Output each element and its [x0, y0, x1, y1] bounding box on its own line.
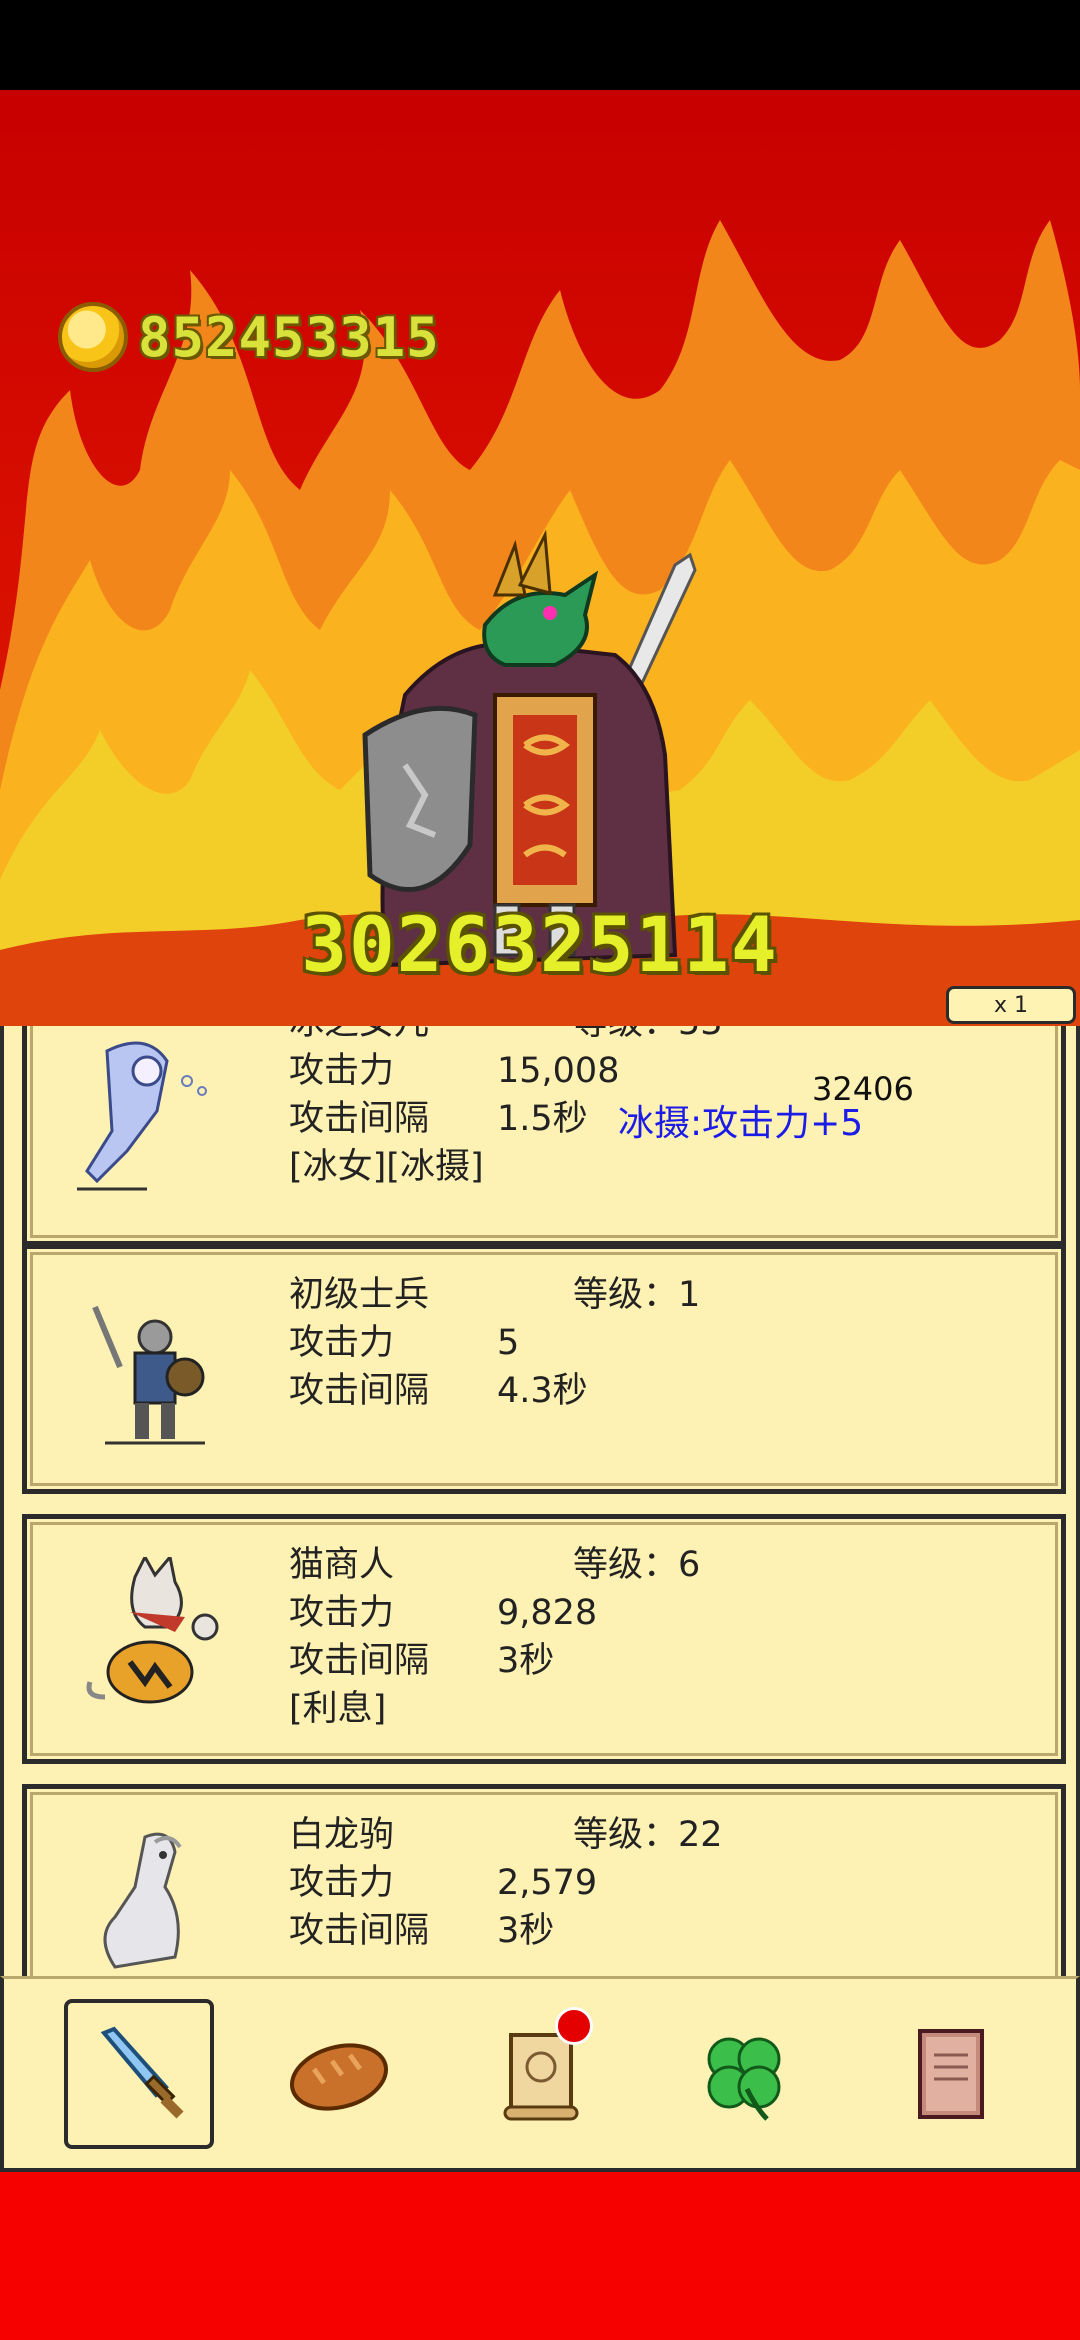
interval-label: 攻击间隔: [289, 1911, 430, 1951]
tab-quests[interactable]: [469, 1999, 619, 2149]
tab-luck[interactable]: [669, 1999, 819, 2149]
unit-name: 白龙驹: [289, 1815, 395, 1855]
book-icon: [918, 2029, 984, 2119]
unit-level: 等级：53: [573, 1026, 723, 1047]
notification-badge: [555, 2007, 593, 2045]
interval-label: 攻击间隔: [289, 1099, 430, 1139]
white-dragon-horse-portrait: [103, 1832, 182, 1969]
attack-label: 攻击力: [289, 1863, 395, 1903]
attack-value: 9,828: [497, 1593, 598, 1633]
soldier-portrait: [92, 1305, 205, 1445]
bottom-tab-bar: [0, 1976, 1080, 2172]
attack-label: 攻击力: [289, 1323, 395, 1363]
tab-food[interactable]: [264, 1999, 414, 2149]
gold-counter: 852453315: [58, 302, 440, 372]
interval-value: 4.3秒: [497, 1371, 588, 1411]
cat-merchant-portrait: [86, 1557, 219, 1704]
unit-card-cat-merchant[interactable]: 猫商人 等级：6 攻击力 9,828 攻击间隔 3秒 [利息]: [22, 1514, 1066, 1764]
sword-icon: [100, 2026, 184, 2119]
coin-icon: [58, 302, 128, 372]
bottom-ad-area: [0, 2172, 1080, 2340]
gold-amount: 852453315: [138, 305, 440, 369]
buff-float-text: 冰摄:攻击力+5: [618, 1103, 864, 1144]
attack-value: 15,008: [497, 1051, 620, 1091]
unit-tags: [冰女][冰摄]: [289, 1147, 484, 1187]
attack-label: 攻击力: [289, 1593, 395, 1633]
unit-card-white-dragon-horse[interactable]: 白龙驹 等级：22 攻击力 2,579 攻击间隔 3秒: [22, 1784, 1066, 1976]
tab-codex[interactable]: [874, 1999, 1024, 2149]
interval-label: 攻击间隔: [289, 1371, 430, 1411]
ice-daughter-portrait: [77, 1041, 207, 1191]
tab-heroes[interactable]: [64, 1999, 214, 2149]
interval-label: 攻击间隔: [289, 1641, 430, 1681]
unit-name: 冰之女儿: [289, 1026, 429, 1047]
attack-value: 2,579: [497, 1863, 598, 1903]
unit-name: 初级士兵: [289, 1275, 430, 1315]
unit-level: 等级：1: [573, 1275, 701, 1315]
battle-scene[interactable]: 852453315 3026325114: [0, 90, 1080, 1026]
enemy-hp: 3026325114: [301, 900, 779, 989]
unit-name: 猫商人: [289, 1545, 395, 1585]
unit-level: 等级：6: [573, 1545, 701, 1585]
interval-value: 3秒: [497, 1911, 555, 1951]
clover-icon: [707, 2037, 781, 2121]
unit-tags: [利息]: [289, 1689, 387, 1729]
speed-toggle-button[interactable]: x 1: [946, 986, 1076, 1024]
unit-card-ice-daughter[interactable]: 冰之女儿 等级：53 攻击力 15,008 攻击间隔 1.5秒 [冰女][冰摄]: [22, 1026, 1066, 1246]
attack-value: 5: [497, 1323, 520, 1363]
attack-label: 攻击力: [289, 1051, 395, 1091]
interval-value: 3秒: [497, 1641, 555, 1681]
bread-icon: [289, 2043, 389, 2111]
unit-card-basic-soldier[interactable]: 初级士兵 等级：1 攻击力 5 攻击间隔 4.3秒: [22, 1244, 1066, 1494]
status-bar: [0, 0, 1080, 90]
unit-list[interactable]: 冰之女儿 等级：53 攻击力 15,008 攻击间隔 1.5秒 [冰女][冰摄]…: [0, 1026, 1080, 1976]
unit-level: 等级：22: [573, 1815, 723, 1855]
interval-value: 1.5秒: [497, 1099, 588, 1139]
